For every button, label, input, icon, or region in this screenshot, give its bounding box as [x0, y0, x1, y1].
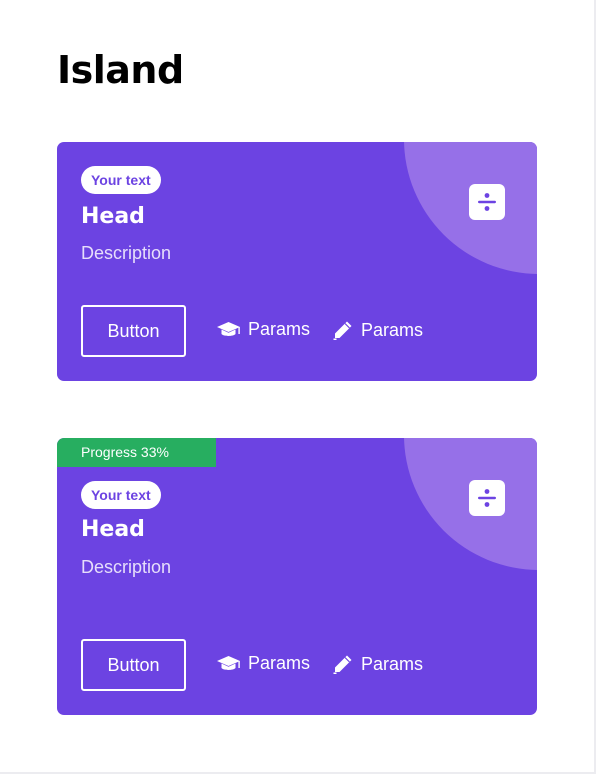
param-course: Params	[216, 319, 310, 340]
card-button[interactable]: Button	[81, 639, 186, 691]
divide-icon[interactable]	[469, 184, 505, 220]
page-title: Island	[57, 48, 184, 92]
param-course: Params	[216, 653, 310, 674]
island-card-1: Your text Head Description Button Params	[57, 142, 537, 381]
param-label: Params	[361, 653, 424, 674]
param-label: Params	[248, 653, 311, 673]
badge: Your text	[81, 166, 161, 194]
param-label: Params	[248, 319, 311, 339]
graduation-cap-icon	[216, 655, 241, 673]
card-head: Head	[81, 517, 145, 542]
param-edit: Params	[332, 319, 423, 341]
card-button[interactable]: Button	[81, 305, 186, 357]
param-edit: Params	[332, 653, 423, 675]
card-description: Description	[81, 557, 172, 577]
pencil-icon	[332, 653, 354, 675]
pencil-icon	[332, 319, 354, 341]
graduation-cap-icon	[216, 321, 241, 339]
divide-icon[interactable]	[469, 480, 505, 516]
card-description: Description	[81, 243, 172, 263]
progress-bar: Progress 33%	[57, 438, 216, 467]
badge: Your text	[81, 481, 161, 509]
param-label: Params	[361, 319, 424, 340]
island-card-2: Progress 33% Your text Head Description …	[57, 438, 537, 715]
card-head: Head	[81, 204, 145, 229]
